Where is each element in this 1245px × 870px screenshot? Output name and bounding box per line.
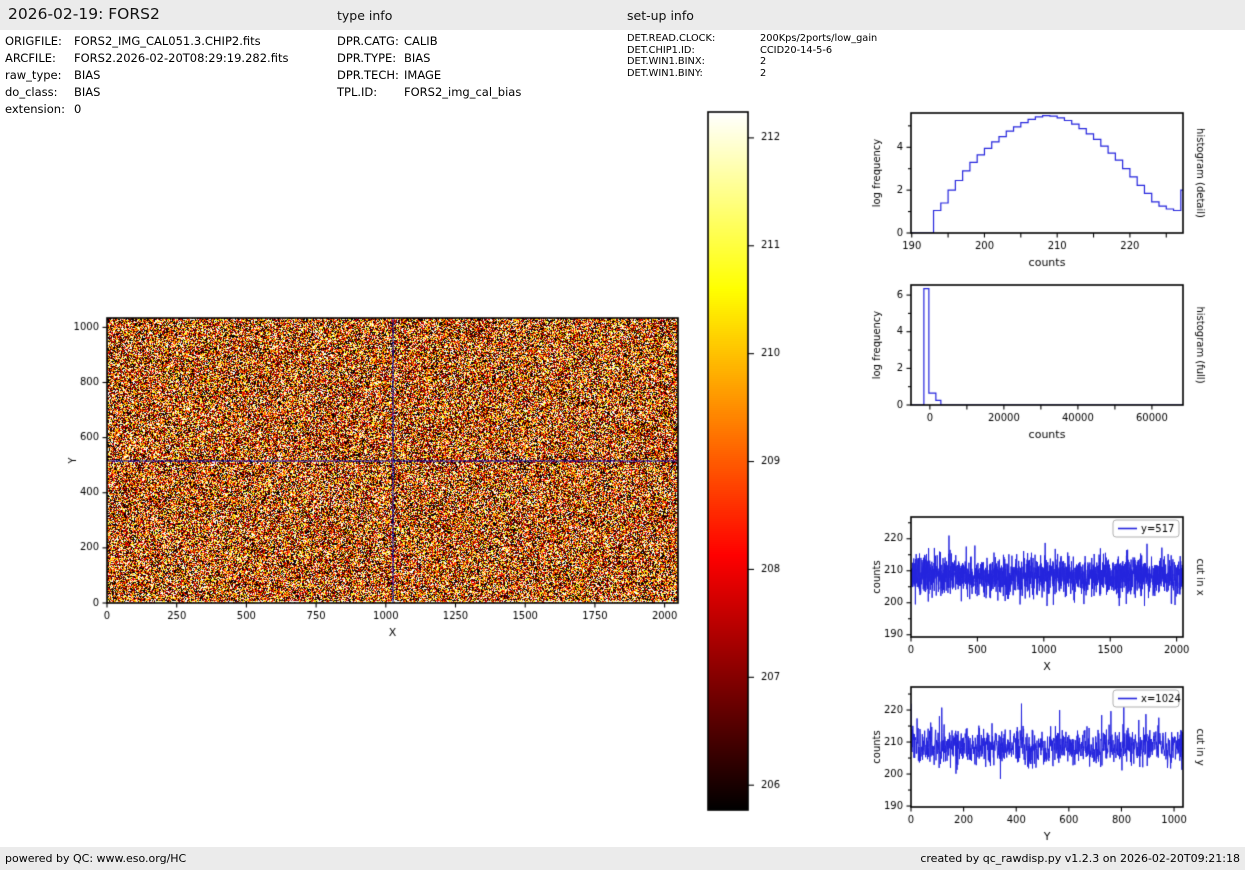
info-label: DPR.TECH: bbox=[337, 68, 399, 82]
info-label: do_class: bbox=[5, 85, 58, 99]
info-label: TPL.ID: bbox=[337, 85, 378, 99]
raw-image-heatmap bbox=[40, 295, 705, 665]
info-value: 0 bbox=[74, 102, 82, 116]
info-label: DPR.TYPE: bbox=[337, 51, 397, 65]
setup-info-heading: set-up info bbox=[627, 8, 694, 23]
cut-in-y-plot bbox=[855, 669, 1245, 854]
info-row: extension: 0 bbox=[5, 101, 288, 118]
info-label: ARCFILE: bbox=[5, 51, 56, 65]
footer-left-text: powered by QC: www.eso.org/HC bbox=[5, 852, 187, 865]
info-row: TPL.ID: FORS2_img_cal_bias bbox=[337, 84, 521, 101]
info-value: FORS2_IMG_CAL051.3.CHIP2.fits bbox=[74, 34, 261, 48]
info-value: 2 bbox=[760, 56, 767, 68]
info-label: DET.WIN1.BINX: bbox=[627, 56, 705, 68]
cut-in-x-plot bbox=[855, 499, 1245, 684]
info-label: DET.WIN1.BINY: bbox=[627, 67, 703, 79]
type-info-block: DPR.CATG: CALIB DPR.TYPE: BIAS DPR.TECH: IM… bbox=[337, 33, 521, 101]
info-row: DET.WIN1.BINX: 2 bbox=[627, 56, 877, 68]
histogram-full-plot bbox=[855, 267, 1245, 452]
info-value: 2 bbox=[760, 67, 767, 79]
info-row: DET.READ.CLOCK: 200Kps/2ports/low_gain bbox=[627, 33, 877, 45]
info-value: FORS2.2026-02-20T08:29:19.282.fits bbox=[74, 51, 289, 65]
page-title: 2026-02-19: FORS2 bbox=[8, 5, 160, 23]
info-label: ORIGFILE: bbox=[5, 34, 62, 48]
info-row: DET.CHIP1.ID: CCID20-14-5-6 bbox=[627, 45, 877, 57]
info-label: DET.CHIP1.ID: bbox=[627, 44, 695, 56]
histogram-detail-plot bbox=[855, 95, 1245, 280]
info-value: BIAS bbox=[404, 51, 431, 65]
info-value: BIAS bbox=[74, 68, 101, 82]
info-row: DPR.TYPE: BIAS bbox=[337, 50, 521, 67]
info-row: do_class: BIAS bbox=[5, 84, 288, 101]
info-value: FORS2_img_cal_bias bbox=[404, 85, 522, 99]
info-row: ORIGFILE: FORS2_IMG_CAL051.3.CHIP2.fits bbox=[5, 33, 288, 50]
qc-report-page: { "header": { "title": "2026-02-19: FORS… bbox=[0, 0, 1245, 870]
info-value: BIAS bbox=[74, 85, 101, 99]
info-value: IMAGE bbox=[404, 68, 442, 82]
file-info-block: ORIGFILE: FORS2_IMG_CAL051.3.CHIP2.fits A… bbox=[5, 33, 288, 118]
info-label: extension: bbox=[5, 102, 65, 116]
info-label: DPR.CATG: bbox=[337, 34, 399, 48]
type-info-heading: type info bbox=[337, 8, 393, 23]
info-value: 200Kps/2ports/low_gain bbox=[760, 33, 878, 44]
info-value: CALIB bbox=[404, 34, 438, 48]
colorbar bbox=[695, 105, 805, 820]
info-value: CCID20-14-5-6 bbox=[760, 44, 833, 56]
info-label: DET.READ.CLOCK: bbox=[627, 33, 716, 44]
info-row: DPR.TECH: IMAGE bbox=[337, 67, 521, 84]
info-row: DPR.CATG: CALIB bbox=[337, 33, 521, 50]
info-row: DET.WIN1.BINY: 2 bbox=[627, 68, 877, 80]
setup-info-block: DET.READ.CLOCK: 200Kps/2ports/low_gain DE… bbox=[627, 33, 877, 79]
info-row: ARCFILE: FORS2.2026-02-20T08:29:19.282.fi… bbox=[5, 50, 288, 67]
info-row: raw_type: BIAS bbox=[5, 67, 288, 84]
info-label: raw_type: bbox=[5, 68, 62, 82]
footer-right-text: created by qc_rawdisp.py v1.2.3 on 2026-… bbox=[920, 852, 1240, 865]
header-bar bbox=[0, 0, 1245, 30]
